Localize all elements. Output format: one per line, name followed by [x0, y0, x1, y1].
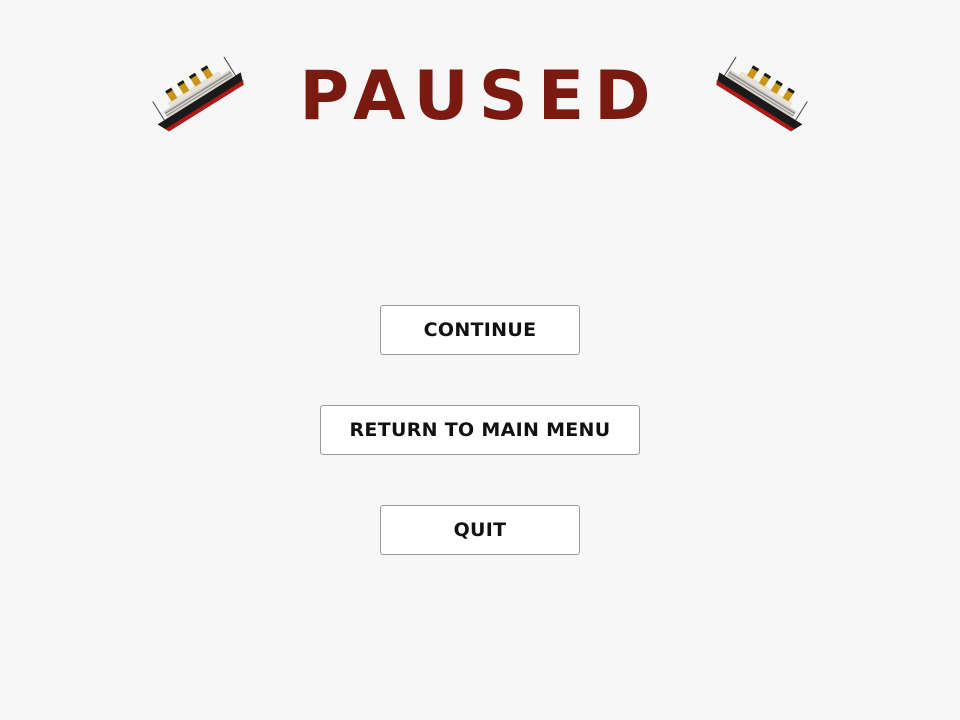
- return-to-main-menu-button[interactable]: RETURN TO MAIN MENU: [320, 405, 640, 455]
- continue-button[interactable]: CONTINUE: [380, 305, 580, 355]
- title-bar: PAUSED: [0, 0, 960, 160]
- quit-button[interactable]: QUIT: [380, 505, 580, 555]
- sinking-ship-icon: [708, 55, 818, 135]
